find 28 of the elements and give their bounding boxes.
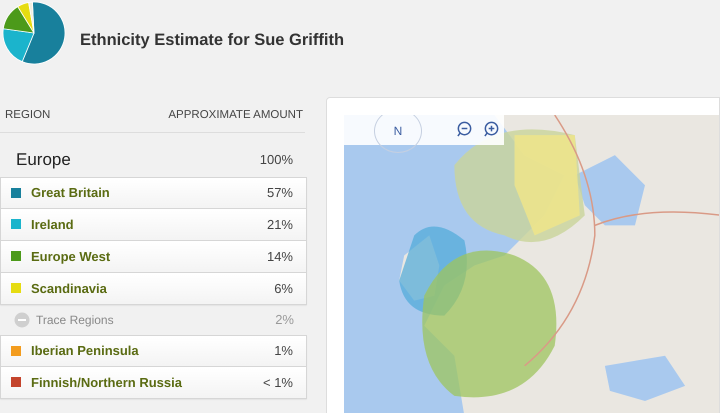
group-amount: 100% xyxy=(260,151,293,170)
trace-amount: 2% xyxy=(275,311,294,329)
region-amount: < 1% xyxy=(263,374,293,392)
region-name: Europe West xyxy=(31,248,110,266)
region-name: Scandinavia xyxy=(31,280,107,298)
compass-control[interactable]: N xyxy=(374,115,422,153)
region-row[interactable]: Europe West 14% xyxy=(0,240,307,273)
region-name: Ireland xyxy=(31,216,74,234)
pie-chart-icon xyxy=(2,1,66,65)
region-row[interactable]: Finnish/Northern Russia < 1% xyxy=(0,366,307,399)
region-row[interactable]: Scandinavia 6% xyxy=(0,272,307,305)
region-name: Iberian Peninsula xyxy=(31,342,139,360)
region-row[interactable]: Great Britain 57% xyxy=(0,176,307,209)
page-title: Ethnicity Estimate for Sue Griffith xyxy=(80,30,344,51)
column-header: REGION xyxy=(5,108,50,123)
zoom-out-icon[interactable] xyxy=(456,121,473,138)
group-name: Europe xyxy=(16,149,71,172)
region-row[interactable]: Iberian Peninsula 1% xyxy=(0,334,307,367)
region-row[interactable]: Ireland 21% xyxy=(0,208,307,241)
region-amount: 1% xyxy=(274,342,293,360)
region-amount: 14% xyxy=(266,248,293,266)
zoom-in-icon[interactable] xyxy=(483,121,500,138)
region-name: Great Britain xyxy=(31,184,110,202)
region-amount: 6% xyxy=(274,280,293,298)
region-name: Finnish/Northern Russia xyxy=(31,374,182,392)
column-header: APPROXIMATE AMOUNT xyxy=(168,108,303,123)
region-amount: 57% xyxy=(266,184,293,202)
region-amount: 21% xyxy=(266,216,293,234)
